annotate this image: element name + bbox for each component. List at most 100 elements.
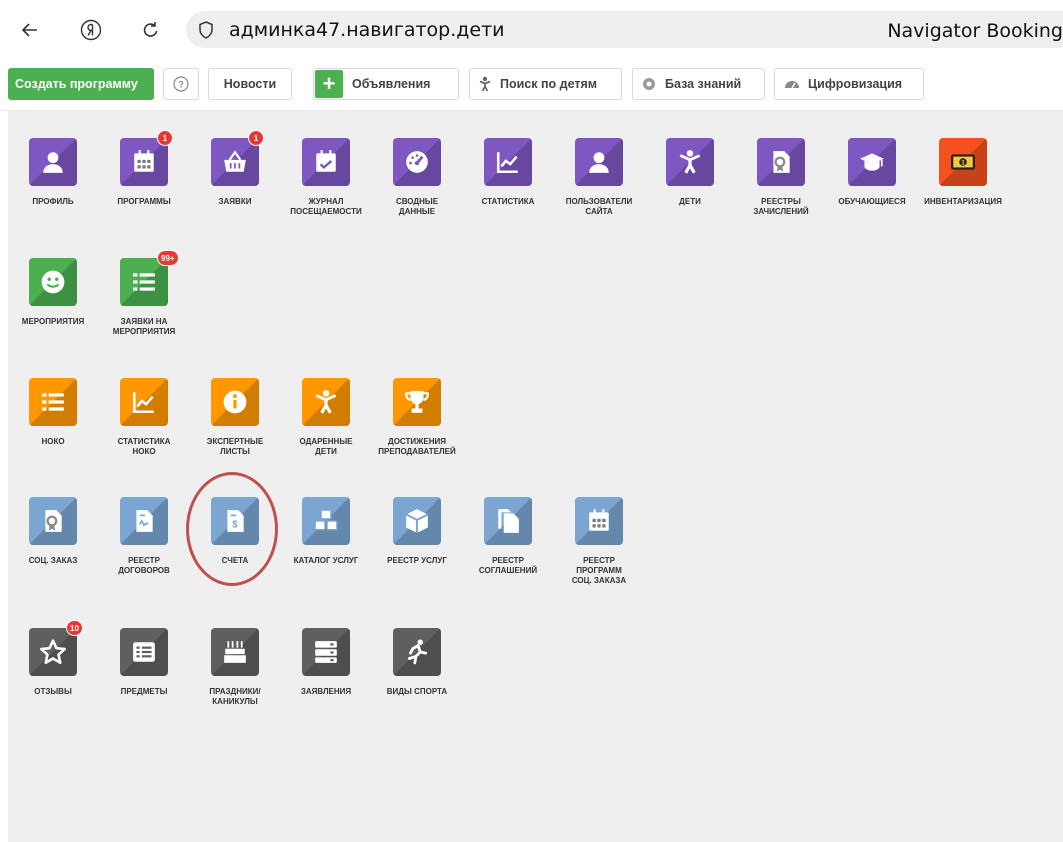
tile-label: Реестр программ соц. заказа (571, 556, 627, 585)
tile-label: НОКО (41, 437, 65, 446)
tile-icon-box (393, 378, 441, 426)
announcements-button[interactable]: + Объявления (313, 68, 459, 100)
dashboard-tile[interactable]: Дети (645, 138, 735, 207)
dashboard-tile[interactable]: Пользователи сайта (554, 138, 644, 217)
back-button[interactable] (18, 18, 42, 42)
dashboard-tile[interactable]: Предметы (99, 628, 189, 697)
tile-label: Каталог услуг (293, 556, 359, 565)
dashboard-tile[interactable]: Достижения преподавателей (372, 378, 462, 457)
dashboard-tile[interactable]: Заявления (281, 628, 371, 697)
child-search-label: Поиск по детям (500, 77, 598, 91)
dashboard-tile[interactable]: Реестр услуг (372, 497, 462, 566)
server-icon (315, 641, 337, 663)
dashboard-tile[interactable]: Экспертные листы (190, 378, 280, 457)
tile-icon-box (484, 138, 532, 186)
dashboard-tile[interactable]: Статистика НОКО (99, 378, 189, 457)
notification-badge: 1 (157, 130, 173, 146)
dashboard-tile[interactable]: Реестры зачислений (736, 138, 826, 217)
tile-label: Пользователи сайта (565, 197, 633, 216)
certificate-icon (45, 510, 62, 532)
browser-bar: админка47.навигатор.дети Navigator Booki… (0, 0, 1063, 60)
child-icon (679, 150, 701, 174)
svg-text:1: 1 (961, 159, 965, 166)
svg-text:$: $ (232, 520, 238, 531)
dashboard-tile[interactable]: Мероприятия (8, 258, 98, 327)
tile-icon-box (575, 497, 623, 545)
tile-icon-box (484, 497, 532, 545)
calendar-icon (134, 150, 154, 172)
create-program-button[interactable]: Создать программу (8, 68, 154, 100)
tile-icon-box (393, 497, 441, 545)
yandex-button[interactable] (79, 18, 103, 42)
dashboard-icon (785, 81, 799, 89)
digitalization-label: Цифровизация (808, 77, 903, 91)
tile-icon-box: 1 (939, 138, 987, 186)
dashboard-tile[interactable]: 1 Заявки (190, 130, 280, 207)
news-label: Новости (223, 77, 277, 91)
list-icon (133, 273, 155, 291)
news-button[interactable]: Новости (208, 68, 292, 100)
tile-icon-box (120, 628, 168, 676)
copy-icon (498, 509, 519, 533)
graduation-cap-icon (860, 153, 884, 171)
dashboard-tile[interactable]: Журнал посещаемости (281, 138, 371, 217)
tile-label: Реестры зачислений (753, 197, 809, 216)
tile-label: Праздники/ каникулы (209, 687, 261, 706)
tile-icon-box (757, 138, 805, 186)
tile-icon-box: $ (211, 497, 259, 545)
reload-button[interactable] (139, 18, 163, 42)
smile-icon (41, 270, 65, 294)
tile-icon-box (302, 628, 350, 676)
list-alt-icon (133, 642, 155, 662)
dashboard-tile[interactable]: 10 Отзывы (8, 620, 98, 697)
dashboard-tile[interactable]: Реестр соглашений (463, 497, 553, 576)
dashboard-tile[interactable]: $ Счета (190, 497, 280, 566)
tile-label: Виды спорта (386, 687, 448, 696)
dashboard-tile[interactable]: 1 Инвентаризация (918, 138, 1008, 207)
dashboard-tile[interactable]: Профиль (8, 138, 98, 207)
tile-label: Реестр услуг (387, 556, 447, 565)
dashboard-tile[interactable]: Статистика (463, 138, 553, 207)
chart-line-icon (496, 152, 518, 174)
dashboard-tile[interactable]: Каталог услуг (281, 497, 371, 566)
dashboard-tile[interactable]: Соц. заказ (8, 497, 98, 566)
child-search-button[interactable]: Поиск по детям (469, 68, 622, 100)
dashboard-tile[interactable]: Виды спорта (372, 628, 462, 697)
trophy-icon (405, 391, 429, 413)
cube-icon (405, 509, 429, 533)
tile-label: Заявления (300, 687, 352, 696)
reload-icon (143, 22, 158, 37)
dashboard-tile[interactable]: Обучающиеся (827, 138, 917, 207)
gauge-icon (406, 151, 428, 173)
address-bar[interactable]: админка47.навигатор.дети Navigator Booki… (186, 11, 1063, 48)
calendar-check-icon (316, 150, 336, 172)
contract-icon (136, 510, 153, 532)
digitalization-button[interactable]: Цифровизация (774, 68, 924, 100)
invoice-icon: $ (227, 510, 244, 532)
knowledge-base-button[interactable]: База знаний (632, 68, 765, 100)
money-icon: 1 (951, 154, 975, 170)
dashboard-tile[interactable]: 1 Программы (99, 130, 189, 207)
dashboard-tile[interactable]: Реестр договоров (99, 497, 189, 576)
dashboard-tile[interactable]: Реестр программ соц. заказа (554, 497, 644, 586)
help-button[interactable]: ? (163, 68, 199, 100)
tile-label: Реестр договоров (118, 556, 170, 575)
url-text: админка47.навигатор.дети (229, 19, 505, 41)
tile-icon-box (848, 138, 896, 186)
info-icon (223, 390, 247, 414)
cubes-icon (314, 509, 338, 531)
dashboard-tile[interactable]: Сводные данные (372, 138, 462, 217)
basket-icon (224, 150, 246, 172)
dashboard-tile[interactable]: НОКО (8, 378, 98, 447)
tile-label: Статистика НОКО (117, 437, 171, 456)
dashboard-tile[interactable]: Праздники/ каникулы (190, 628, 280, 707)
dashboard-tile[interactable]: Одаренные дети (281, 378, 371, 457)
dashboard-content (8, 111, 1063, 842)
tile-icon-box (120, 497, 168, 545)
dashboard-tile[interactable]: 99+ Заявки на мероприятия (99, 250, 189, 337)
tile-label: Заявки (218, 197, 252, 206)
tile-label: Предметы (120, 687, 168, 696)
app-toolbar: Создать программу ? Новости + Объявления… (0, 60, 1063, 111)
tile-icon-box (302, 378, 350, 426)
arrow-left-icon (21, 23, 37, 37)
